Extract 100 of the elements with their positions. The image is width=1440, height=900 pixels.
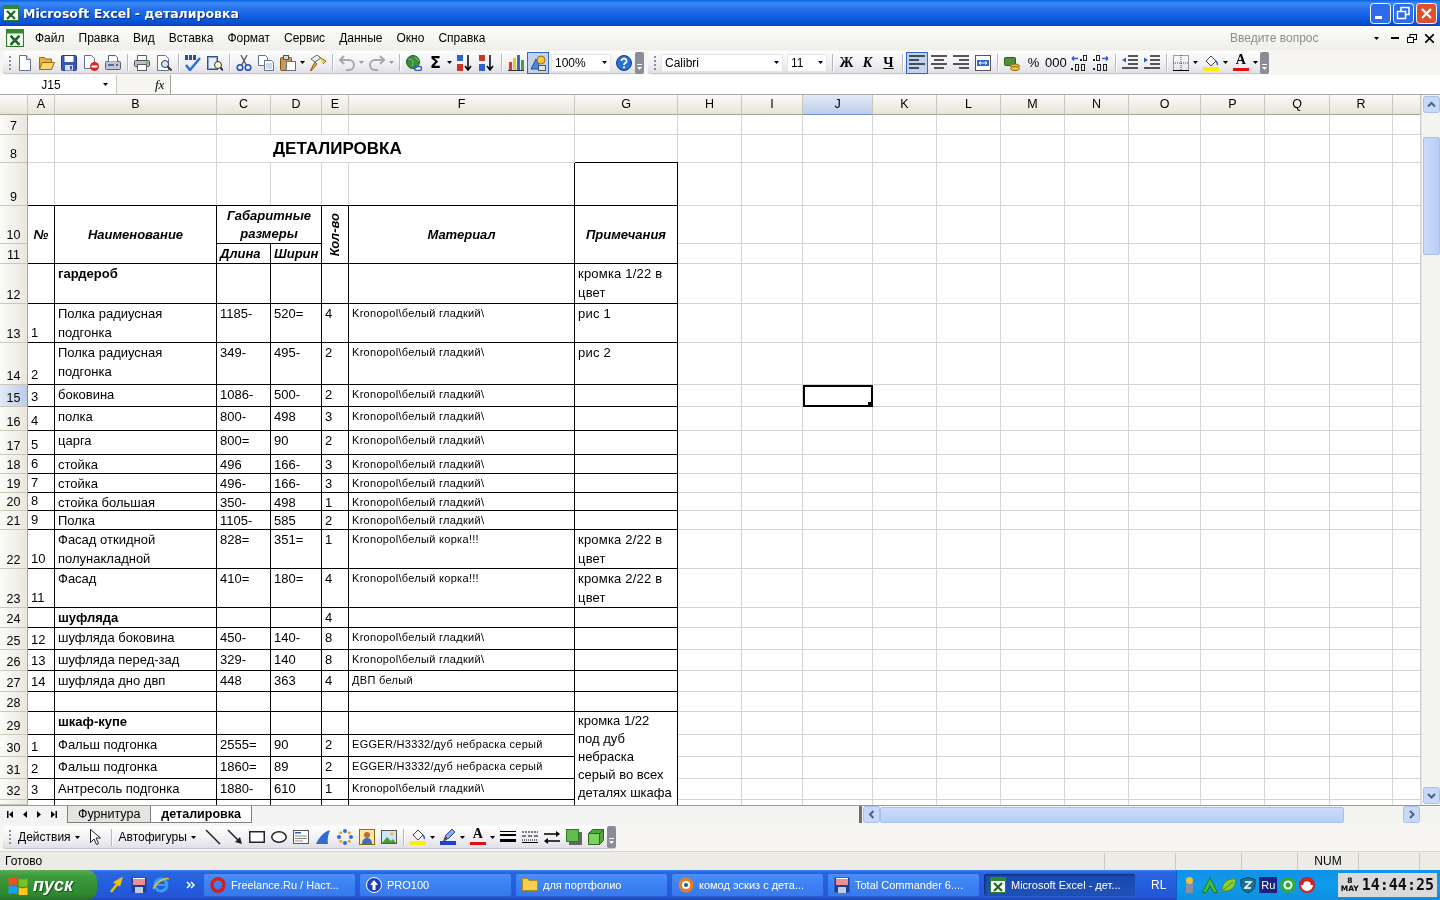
taskbar-button[interactable]: Freelance.Ru / Наст... [203,873,356,897]
row-header[interactable]: 13 [0,304,28,343]
dash-style-icon[interactable] [521,831,538,843]
column-header[interactable]: E [322,95,349,115]
merge-cells-icon[interactable] [975,54,991,71]
language-indicator[interactable]: RL [1151,878,1167,892]
scroll-right-icon[interactable] [1403,806,1420,823]
chevron-icon[interactable] [186,881,195,889]
layout-indicator[interactable]: Ru [1259,877,1278,893]
row-header[interactable]: 22 [0,530,28,569]
row-header[interactable]: 12 [0,264,28,304]
scroll-thumb[interactable] [1422,137,1440,255]
print-preview-icon[interactable] [156,54,172,71]
folder-icon[interactable] [522,877,538,893]
row-header[interactable]: 11 [0,244,28,264]
caret-icon[interactable] [1222,61,1228,64]
swoosh-icon[interactable] [314,829,331,845]
increase-decimal-icon[interactable] [1070,54,1087,71]
function-label[interactable]: fx [155,76,165,93]
caret-icon[interactable] [447,61,452,64]
line-color-icon[interactable] [439,829,456,845]
paste-icon[interactable] [280,54,296,71]
row-header[interactable]: 18 [0,455,28,474]
scroll-left-icon[interactable] [863,806,880,823]
start-button[interactable]: пуск [0,870,97,900]
framed-figure-icon[interactable] [358,829,375,845]
row-header[interactable]: 8 [0,135,28,163]
column-header[interactable]: O [1129,95,1201,115]
sort-ascending-icon[interactable] [457,54,473,71]
cube-icon[interactable] [587,829,604,845]
row-header[interactable]: 21 [0,511,28,530]
copy-icon[interactable] [258,54,274,71]
floppy-icon[interactable] [131,877,147,893]
caret-icon[interactable] [190,835,196,839]
menu-item[interactable]: Вид [126,29,162,47]
row-header[interactable]: 9 [0,163,28,206]
open-folder-icon[interactable] [39,54,55,71]
caret-icon[interactable] [1252,61,1258,64]
thousands-button[interactable]: 000 [1044,52,1068,73]
column-header[interactable]: Q [1265,95,1330,115]
cut-icon[interactable] [236,54,252,71]
row-header[interactable]: 27 [0,671,28,692]
column-header[interactable]: P [1201,95,1265,115]
target-icon[interactable] [1280,877,1297,893]
font-box[interactable]: Calibri [661,53,783,72]
oval-icon[interactable] [270,831,287,843]
fill-handle-icon[interactable] [868,402,873,407]
orbit-icon[interactable] [153,877,169,893]
previous-sheet-icon[interactable] [23,811,27,818]
italic-button[interactable]: К [857,52,878,73]
caret-icon[interactable] [489,835,495,839]
caret-icon[interactable] [429,835,435,839]
autoshapes-menu-button[interactable]: Автофигуры [114,827,202,847]
column-header[interactable]: F [349,95,575,115]
menu-item[interactable]: Файл [28,29,72,47]
eye-icon[interactable] [678,877,694,893]
scroll-thumb[interactable] [880,806,1344,823]
floppy-icon[interactable] [834,877,850,893]
font-color-button[interactable]: A [468,827,487,847]
row-header[interactable]: 14 [0,343,28,385]
row-header[interactable]: 7 [0,115,28,135]
column-header[interactable]: G [575,95,678,115]
increase-indent-icon[interactable] [1143,54,1160,71]
menu-item[interactable]: Вставка [161,29,221,47]
row-header[interactable]: 25 [0,628,28,650]
row-header[interactable]: 30 [0,735,28,757]
row-header[interactable]: 28 [0,692,28,712]
row-header[interactable]: 10 [0,206,28,244]
row-header[interactable]: 17 [0,431,28,455]
borders-icon[interactable] [1172,54,1189,71]
shield-icon[interactable] [1240,877,1257,893]
vertical-scrollbar[interactable] [1421,95,1440,805]
column-header[interactable]: N [1065,95,1129,115]
line-icon[interactable] [204,829,221,845]
caret-icon[interactable] [1374,36,1379,40]
flag-icon[interactable] [8,875,28,895]
shadow-icon[interactable] [565,829,582,845]
scroll-up-icon[interactable] [1422,96,1440,113]
decrease-decimal-icon[interactable] [1092,54,1109,71]
arrow-icon[interactable] [226,829,243,845]
column-header[interactable]: B [55,95,217,115]
last-sheet-icon[interactable] [51,811,57,818]
line-style-icon[interactable] [499,831,516,843]
caret-icon[interactable] [74,835,80,839]
row-header[interactable]: 20 [0,493,28,511]
horizontal-scrollbar[interactable] [862,806,1421,823]
column-header[interactable]: M [1001,95,1065,115]
spreadsheet-icon[interactable] [6,29,24,47]
caret-icon[interactable] [774,61,779,64]
caret-icon[interactable] [459,835,465,839]
row-header[interactable]: 26 [0,650,28,671]
selected-cell[interactable] [803,385,873,407]
taskbar-button[interactable]: Microsoft Excel - дет... [983,873,1136,897]
column-header[interactable]: K [873,95,937,115]
row-header[interactable]: 24 [0,608,28,628]
new-document-icon[interactable] [17,54,33,71]
taskbar-button[interactable]: для портфолио [515,873,668,897]
formula-field[interactable] [170,75,1440,94]
column-header[interactable]: A [28,95,55,115]
fax-icon[interactable] [105,54,121,71]
